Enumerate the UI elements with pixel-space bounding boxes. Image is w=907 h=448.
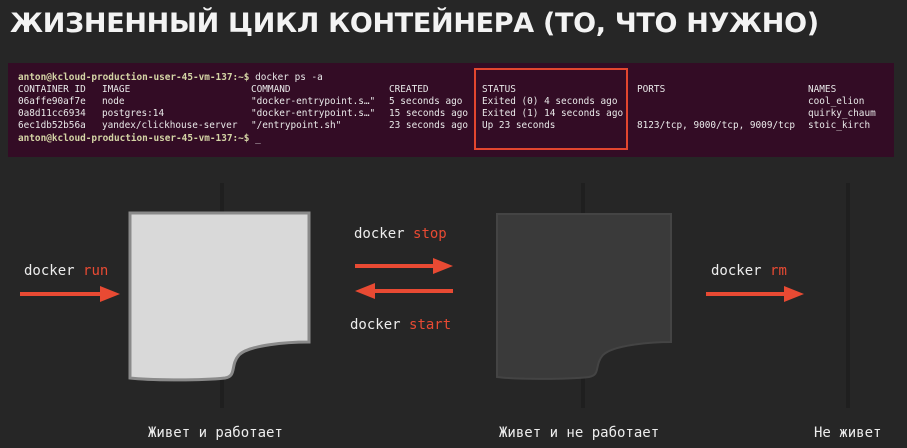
cell-command: "/entrypoint.sh" [251, 120, 342, 131]
status-column-highlight [474, 68, 628, 150]
start-keyword: start [409, 317, 452, 333]
stop-keyword: stop [413, 226, 447, 242]
rm-arrow-icon [706, 286, 804, 302]
cell-command: "docker-entrypoint.s…" [251, 96, 376, 107]
docker-word: docker [711, 263, 762, 279]
cell-image: yandex/clickhouse-server [102, 120, 238, 131]
terminal-prompt: anton@kcloud-production-user-45-vm-137:~… [18, 133, 250, 144]
run-arrow-icon [20, 286, 120, 302]
run-keyword: run [83, 263, 109, 279]
cell-container-id: 0a8d11cc6934 [18, 108, 86, 119]
cell-names: quirky_chaum [808, 108, 876, 119]
header-command: COMMAND [251, 84, 291, 95]
caption-removed: Не живет [814, 425, 882, 441]
header-names: NAMES [808, 84, 837, 95]
header-ports: PORTS [637, 84, 666, 95]
header-container-id: CONTAINER ID [18, 84, 86, 95]
docker-run-label: docker run [24, 263, 108, 279]
header-created: CREATED [389, 84, 429, 95]
caption-stopped: Живет и не работает [499, 425, 660, 441]
rm-keyword: rm [770, 263, 787, 279]
docker-word: docker [24, 263, 75, 279]
cell-image: node [102, 96, 125, 107]
terminal-cursor: _ [249, 133, 261, 144]
terminal-prompt: anton@kcloud-production-user-45-vm-137:~… [18, 72, 250, 83]
terminal-command-line: anton@kcloud-production-user-45-vm-137:~… [18, 72, 323, 83]
header-image: IMAGE [102, 84, 131, 95]
cell-container-id: 06affe90af7e [18, 96, 86, 107]
container-stopped-document [496, 213, 672, 380]
terminal-window: anton@kcloud-production-user-45-vm-137:~… [8, 63, 894, 157]
cell-ports: 8123/tcp, 9000/tcp, 9009/tcp [637, 120, 796, 131]
terminal-input-line[interactable]: anton@kcloud-production-user-45-vm-137:~… [18, 133, 261, 144]
docker-start-label: docker start [350, 317, 451, 333]
cell-command: "docker-entrypoint.s…" [251, 108, 376, 119]
cell-created: 5 seconds ago [389, 96, 463, 107]
docker-word: docker [350, 317, 401, 333]
lifeline-removed [846, 183, 850, 408]
docker-word: docker [354, 226, 405, 242]
cell-image: postgres:14 [102, 108, 165, 119]
stop-arrow-icon [355, 258, 453, 274]
terminal-command: docker ps -a [249, 72, 323, 83]
docker-stop-label: docker stop [354, 226, 447, 242]
slide-title: ЖИЗНЕННЫЙ ЦИКЛ КОНТЕЙНЕРА (ТО, ЧТО НУЖНО… [10, 8, 819, 39]
cell-created: 15 seconds ago [389, 108, 469, 119]
caption-running: Живет и работает [148, 425, 283, 441]
cell-container-id: 6ec1db52b56a [18, 120, 86, 131]
cell-created: 23 seconds ago [389, 120, 469, 131]
cell-names: stoic_kirch [808, 120, 871, 131]
cell-names: cool_elion [808, 96, 865, 107]
start-arrow-icon [355, 283, 453, 299]
container-running-document [128, 211, 311, 382]
docker-rm-label: docker rm [711, 263, 787, 279]
